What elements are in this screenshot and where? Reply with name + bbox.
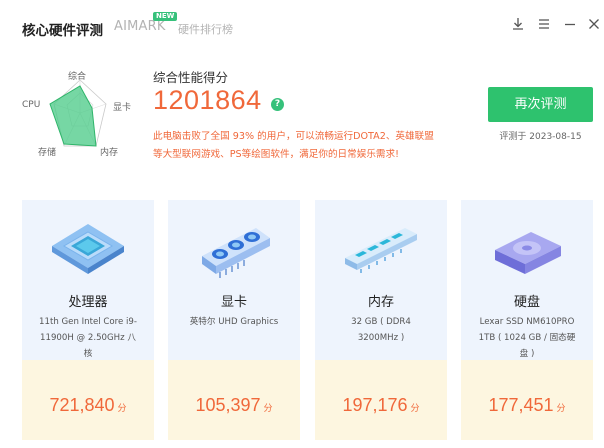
- card-score-box: 197,176 分: [315, 360, 447, 440]
- card-desc-line: 11900H @ 2.50GHz 八: [40, 333, 136, 343]
- card-score-box: 721,840 分: [22, 360, 154, 440]
- menu-icon[interactable]: [536, 16, 552, 32]
- card-score-box: 177,451 分: [461, 360, 593, 440]
- card-description: 32 GB ( DDR4 3200MHz ): [327, 314, 435, 346]
- hard-disk-icon: [487, 214, 567, 284]
- score-description-line2: 等大型联网游戏、PS等绘图软件，满足你的日常娱乐需求!: [153, 149, 399, 160]
- card-score-unit: 分: [117, 404, 127, 414]
- radar-label-cpu: CPU: [22, 100, 41, 110]
- cpu-card[interactable]: 处理器 11th Gen Intel Core i9- 11900H @ 2.5…: [22, 200, 154, 440]
- graphics-card-icon: [194, 214, 274, 284]
- card-desc-line: 11th Gen Intel Core i9-: [39, 317, 137, 327]
- card-score-unit: 分: [410, 404, 420, 414]
- title-bar: 核心硬件评测 AIMARK NEW 硬件排行榜: [0, 0, 604, 52]
- retest-button[interactable]: 再次评测: [488, 87, 593, 122]
- minimize-icon[interactable]: [562, 16, 578, 32]
- card-description: 11th Gen Intel Core i9- 11900H @ 2.50GHz…: [34, 314, 142, 362]
- card-score-box: 105,397 分: [168, 360, 300, 440]
- help-icon[interactable]: ?: [271, 98, 284, 111]
- score-description: 此电脑击败了全国 93% 的用户，可以流畅运行DOTA2、英雄联盟 等大型联网游…: [153, 128, 473, 164]
- overall-score-title: 综合性能得分: [153, 70, 229, 85]
- new-badge: NEW: [153, 12, 178, 21]
- card-score: 177,451 分: [461, 395, 593, 416]
- card-desc-line: Lexar SSD NM610PRO: [479, 317, 575, 327]
- overall-score-value: 1201864: [153, 85, 262, 115]
- card-desc-line: 32 GB ( DDR4: [351, 317, 411, 327]
- card-score-unit: 分: [556, 404, 566, 414]
- radar-label-storage: 存储: [38, 148, 57, 158]
- card-desc-line: 英特尔 UHD Graphics: [189, 317, 279, 327]
- disk-card[interactable]: 硬盘 Lexar SSD NM610PRO 1TB ( 1024 GB / 固态…: [461, 200, 593, 440]
- tab-hardware-ranking[interactable]: 硬件排行榜: [178, 21, 233, 37]
- card-score-value: 105,397: [195, 395, 261, 415]
- gpu-card[interactable]: 显卡 英特尔 UHD Graphics 105,397 分: [168, 200, 300, 440]
- tab-aimark[interactable]: AIMARK: [114, 19, 166, 34]
- radar-label-memory: 内存: [100, 148, 119, 158]
- radar-label-gpu: 显卡: [113, 103, 132, 113]
- tab-core-hardware-test[interactable]: 核心硬件评测: [22, 19, 103, 39]
- card-title: 显卡: [220, 295, 247, 310]
- memory-card[interactable]: 内存 32 GB ( DDR4 3200MHz ) 197,176 分: [315, 200, 447, 440]
- card-title: 硬盘: [513, 295, 540, 310]
- card-score-value: 177,451: [488, 395, 554, 415]
- card-score-value: 197,176: [342, 395, 408, 415]
- card-score: 105,397 分: [168, 395, 300, 416]
- card-description: 英特尔 UHD Graphics: [180, 314, 288, 330]
- card-score: 721,840 分: [22, 395, 154, 416]
- card-score-unit: 分: [263, 404, 273, 414]
- performance-radar: 综合 显卡 内存 存储 CPU: [18, 62, 142, 170]
- card-title: 内存: [367, 295, 394, 310]
- download-icon[interactable]: [510, 16, 526, 32]
- radar-label-overall: 综合: [68, 72, 87, 82]
- card-desc-line: 3200MHz ): [357, 333, 405, 343]
- close-icon[interactable]: [586, 16, 602, 32]
- card-title: 处理器: [68, 295, 108, 310]
- card-score: 197,176 分: [315, 395, 447, 416]
- test-date: 评测于 2023-08-15: [499, 132, 582, 142]
- card-desc-line: 1TB ( 1024 GB / 固态硬: [478, 333, 576, 343]
- memory-stick-icon: [341, 214, 421, 284]
- score-description-line1: 此电脑击败了全国 93% 的用户，可以流畅运行DOTA2、英雄联盟: [153, 131, 434, 142]
- cpu-chip-icon: [48, 214, 128, 284]
- card-score-value: 721,840: [49, 395, 115, 415]
- card-description: Lexar SSD NM610PRO 1TB ( 1024 GB / 固态硬 盘…: [473, 314, 581, 362]
